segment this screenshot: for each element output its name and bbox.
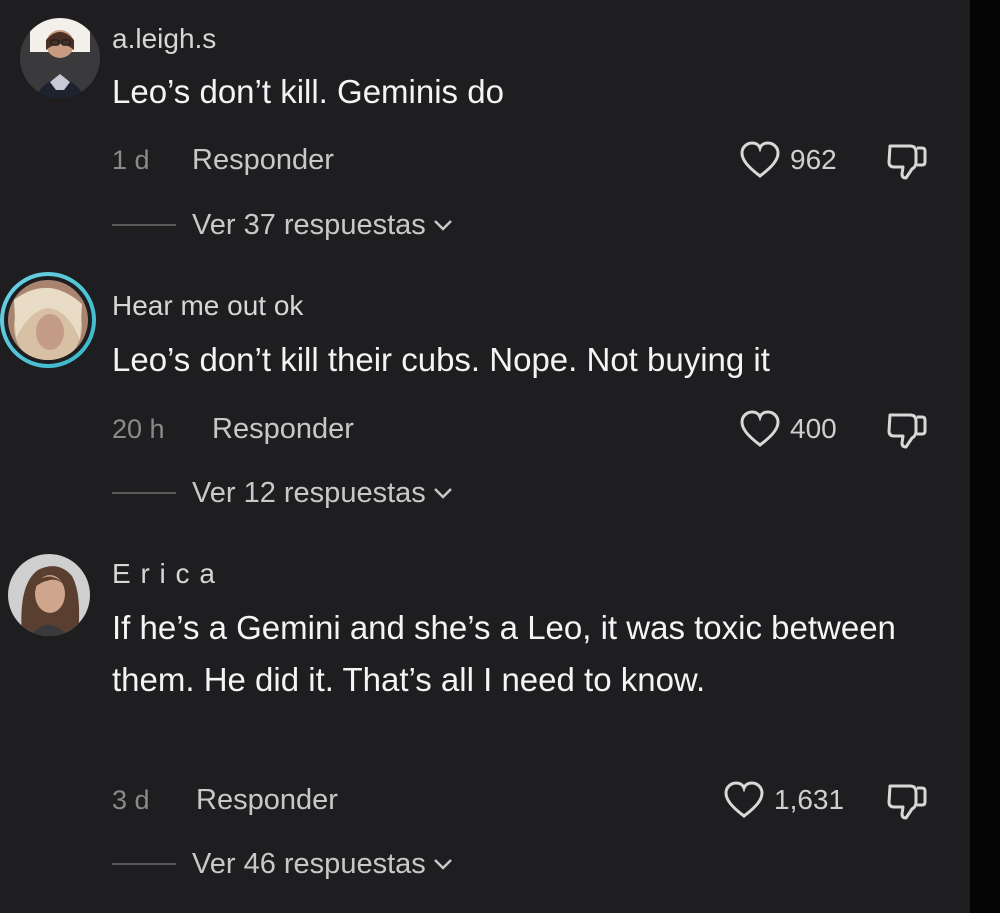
replies-divider	[112, 492, 176, 494]
comment-username[interactable]: a.leigh.s	[112, 23, 216, 55]
like-count: 400	[790, 413, 837, 444]
chevron-down-icon	[433, 488, 452, 499]
like-button[interactable]: 962	[738, 140, 837, 180]
view-replies-label: Ver 37 respuestas	[192, 208, 426, 241]
like-count: 962	[790, 144, 837, 175]
like-count: 1,631	[774, 784, 845, 815]
dislike-button[interactable]	[884, 140, 930, 180]
view-replies-button[interactable]: Ver 46 respuestas	[112, 844, 454, 884]
comment-item: a.leigh.s Leo’s don’t kill. Geminis do 1…	[0, 0, 970, 260]
reply-button[interactable]: Responder	[192, 140, 334, 180]
comment-actions: 20 h Responder 400	[112, 409, 970, 449]
comment-actions: 3 d Responder 1,631	[112, 780, 970, 820]
avatar[interactable]	[20, 18, 100, 98]
like-button[interactable]: 1,631	[722, 780, 844, 820]
avatar[interactable]	[8, 554, 90, 636]
view-replies-label: Ver 12 respuestas	[192, 476, 426, 509]
view-replies-label: Ver 46 respuestas	[192, 847, 426, 880]
avatar-story-ring	[4, 276, 92, 364]
comment-text: If he’s a Gemini and she’s a Leo, it was…	[112, 609, 896, 698]
comment-actions: 1 d Responder 962	[112, 140, 970, 180]
avatar-image	[20, 18, 100, 98]
comment-item: Hear me out ok Leo’s don’t kill their cu…	[0, 260, 970, 530]
comment-timestamp: 20 h	[112, 414, 165, 444]
comment-username[interactable]: Hear me out ok	[112, 290, 303, 322]
avatar[interactable]	[0, 272, 96, 368]
comment-text: Leo’s don’t kill. Geminis do	[112, 73, 504, 110]
reply-button[interactable]: Responder	[196, 780, 338, 820]
avatar-image	[8, 280, 88, 360]
replies-divider	[112, 863, 176, 865]
like-button[interactable]: 400	[738, 409, 837, 449]
comment-timestamp: 3 d	[112, 785, 150, 815]
dislike-icon	[887, 144, 927, 180]
heart-icon	[724, 781, 764, 818]
chevron-down-icon	[433, 859, 452, 870]
heart-icon	[740, 410, 780, 447]
dislike-icon	[887, 413, 927, 449]
comment-item: E r i c a If he’s a Gemini and she’s a L…	[0, 530, 970, 913]
comment-text: Leo’s don’t kill their cubs. Nope. Not b…	[112, 341, 770, 378]
screen-edge	[970, 0, 1000, 913]
view-replies-button[interactable]: Ver 37 respuestas	[112, 205, 454, 245]
dislike-button[interactable]	[884, 780, 930, 820]
comments-panel: a.leigh.s Leo’s don’t kill. Geminis do 1…	[0, 0, 1000, 913]
dislike-button[interactable]	[884, 409, 930, 449]
comment-timestamp: 1 d	[112, 145, 150, 175]
dislike-icon	[887, 784, 927, 820]
avatar-image	[8, 554, 90, 636]
replies-divider	[112, 224, 176, 226]
heart-icon	[740, 141, 780, 178]
view-replies-button[interactable]: Ver 12 respuestas	[112, 473, 454, 513]
chevron-down-icon	[433, 220, 452, 231]
reply-button[interactable]: Responder	[212, 409, 354, 449]
comment-username[interactable]: E r i c a	[112, 558, 216, 590]
